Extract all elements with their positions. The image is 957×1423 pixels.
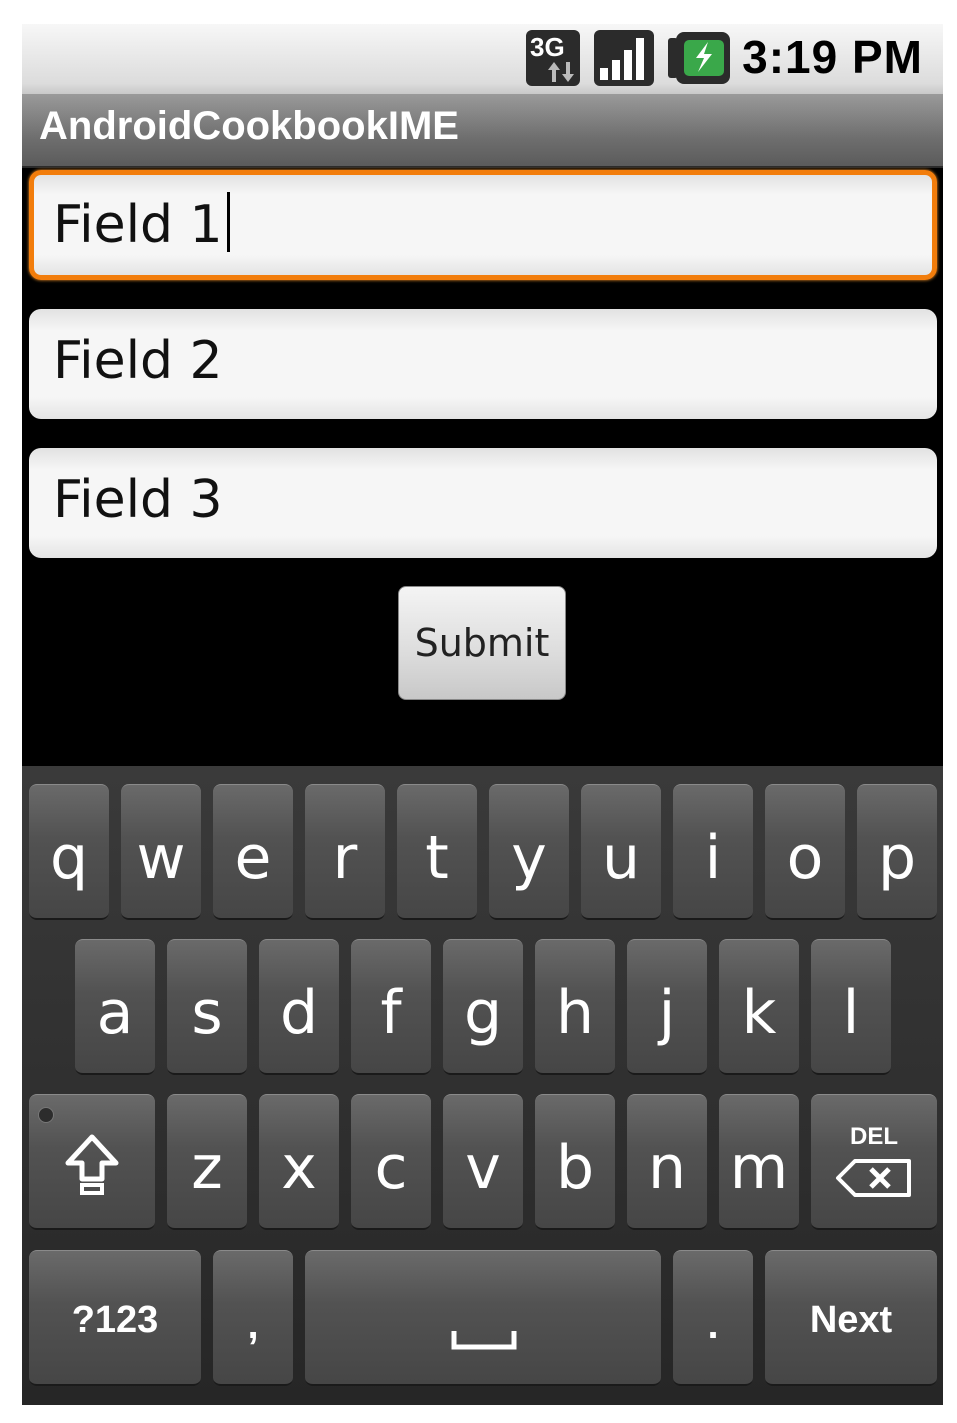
key-label: e	[234, 823, 272, 893]
key-s[interactable]: s	[167, 939, 247, 1075]
status-bar: 3G 3:19 PM	[22, 24, 943, 94]
key-v[interactable]: v	[443, 1094, 523, 1230]
key-label: s	[191, 978, 223, 1048]
soft-keyboard: q w e r t y u i o p a s d f g h j k l z …	[22, 766, 943, 1405]
field-3-text: Field 3	[53, 470, 223, 530]
key-w[interactable]: w	[121, 784, 201, 920]
key-r[interactable]: r	[305, 784, 385, 920]
caps-lock-indicator	[38, 1107, 54, 1123]
shift-key[interactable]	[29, 1094, 155, 1230]
key-e[interactable]: e	[213, 784, 293, 920]
period-key[interactable]: .	[673, 1250, 753, 1386]
shift-icon	[65, 1134, 119, 1195]
key-z[interactable]: z	[167, 1094, 247, 1230]
key-label: t	[425, 823, 449, 893]
text-cursor	[226, 192, 230, 252]
key-m[interactable]: m	[719, 1094, 799, 1230]
comma-key[interactable]: ,	[213, 1250, 293, 1386]
key-label: i	[704, 823, 722, 893]
field-1-text: Field 1	[53, 192, 230, 255]
svg-text:3G: 3G	[530, 32, 565, 62]
key-label: .	[707, 1303, 719, 1347]
key-label: j	[658, 978, 676, 1048]
key-label: x	[281, 1133, 317, 1203]
delete-key[interactable]: DEL	[811, 1094, 937, 1230]
key-label: h	[555, 978, 595, 1048]
key-u[interactable]: u	[581, 784, 661, 920]
space-icon	[451, 1331, 517, 1350]
next-key[interactable]: Next	[765, 1250, 937, 1386]
field-2-input[interactable]: Field 2	[29, 309, 937, 419]
submit-button[interactable]: Submit	[398, 586, 566, 700]
key-h[interactable]: h	[535, 939, 615, 1075]
key-p[interactable]: p	[857, 784, 937, 920]
field-2-text: Field 2	[53, 331, 223, 391]
field-3-input[interactable]: Field 3	[29, 448, 937, 558]
app-title-bar: AndroidCookbookIME	[22, 94, 943, 168]
key-o[interactable]: o	[765, 784, 845, 920]
key-label: b	[555, 1133, 595, 1203]
key-label: w	[136, 823, 186, 893]
clock: 3:19 PM	[742, 31, 923, 83]
field-1-input[interactable]: Field 1	[29, 170, 937, 280]
key-label: z	[191, 1133, 223, 1203]
key-l[interactable]: l	[811, 939, 891, 1075]
key-label: k	[741, 978, 777, 1048]
key-b[interactable]: b	[535, 1094, 615, 1230]
key-label: n	[647, 1133, 687, 1203]
phone-screen: 3G 3:19 PM AndroidCookbookIME Field 1 Fi…	[22, 24, 943, 1405]
app-title: AndroidCookbookIME	[39, 104, 459, 148]
key-label: v	[465, 1133, 501, 1203]
key-label: c	[374, 1133, 408, 1203]
signal-strength-icon	[594, 30, 654, 86]
key-label: g	[463, 978, 503, 1048]
key-label: r	[332, 823, 358, 893]
key-label: d	[279, 978, 319, 1048]
key-c[interactable]: c	[351, 1094, 431, 1230]
battery-charging-icon	[668, 32, 730, 84]
key-t[interactable]: t	[397, 784, 477, 920]
key-label: ,	[247, 1303, 259, 1347]
key-a[interactable]: a	[75, 939, 155, 1075]
key-label: l	[842, 978, 860, 1048]
key-y[interactable]: y	[489, 784, 569, 920]
key-label: a	[96, 978, 134, 1048]
key-g[interactable]: g	[443, 939, 523, 1075]
key-x[interactable]: x	[259, 1094, 339, 1230]
key-q[interactable]: q	[29, 784, 109, 920]
key-k[interactable]: k	[719, 939, 799, 1075]
key-n[interactable]: n	[627, 1094, 707, 1230]
key-f[interactable]: f	[351, 939, 431, 1075]
symbols-key[interactable]: ?123	[29, 1250, 201, 1386]
key-label: u	[601, 823, 641, 893]
key-i[interactable]: i	[673, 784, 753, 920]
key-d[interactable]: d	[259, 939, 339, 1075]
key-label: p	[877, 823, 917, 893]
space-key[interactable]	[305, 1250, 661, 1386]
3g-data-icon: 3G	[526, 30, 580, 86]
key-label: o	[786, 823, 824, 893]
key-label: ?123	[71, 1299, 159, 1341]
key-j[interactable]: j	[627, 939, 707, 1075]
key-label: f	[380, 978, 402, 1048]
key-label: Next	[809, 1299, 893, 1341]
key-label: m	[729, 1133, 789, 1203]
key-label: y	[511, 823, 547, 893]
delete-label: DEL	[850, 1123, 898, 1150]
key-label: q	[49, 823, 89, 893]
backspace-icon	[836, 1159, 911, 1197]
